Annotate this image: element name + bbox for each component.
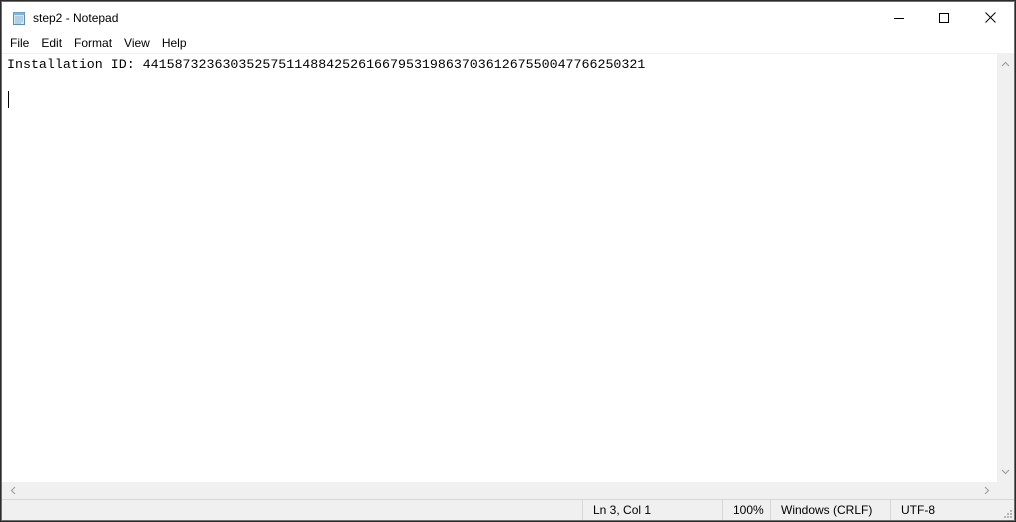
minimize-button[interactable] (876, 2, 922, 33)
notepad-icon (13, 12, 25, 25)
scroll-down-button[interactable] (997, 463, 1014, 480)
menu-view[interactable]: View (118, 34, 156, 52)
menu-file[interactable]: File (4, 34, 35, 52)
vertical-scrollbar[interactable] (997, 53, 1014, 482)
close-icon (984, 12, 996, 23)
status-line-ending: Windows (CRLF) (770, 500, 890, 520)
maximize-icon (939, 12, 949, 23)
horizontal-scrollbar[interactable] (2, 482, 997, 499)
scroll-left-button[interactable] (4, 482, 21, 499)
menu-edit[interactable]: Edit (35, 34, 68, 52)
menu-bar: File Edit Format View Help (2, 33, 1014, 53)
status-zoom: 100% (722, 500, 770, 520)
window-title: step2 - Notepad (33, 11, 119, 25)
editor-line-1: Installation ID: 44158732363035257511488… (7, 57, 646, 72)
status-cursor-position: Ln 3, Col 1 (582, 500, 722, 520)
minimize-icon (894, 17, 904, 19)
text-editor[interactable]: Installation ID: 44158732363035257511488… (2, 53, 997, 482)
resize-grip-icon[interactable] (1002, 508, 1012, 518)
scroll-up-button[interactable] (997, 55, 1014, 72)
menu-format[interactable]: Format (68, 34, 118, 52)
text-caret (8, 91, 9, 108)
scrollbar-corner (997, 482, 1014, 499)
chevron-up-icon (1001, 61, 1010, 66)
status-encoding: UTF-8 (890, 500, 1014, 520)
close-button[interactable] (967, 2, 1013, 33)
scroll-right-button[interactable] (978, 482, 995, 499)
chevron-down-icon (1001, 469, 1010, 474)
chevron-right-icon (984, 486, 989, 495)
maximize-button[interactable] (921, 2, 967, 33)
notepad-window: step2 - Notepad File Edit Format View He… (1, 1, 1015, 521)
chevron-left-icon (10, 486, 15, 495)
title-bar[interactable]: step2 - Notepad (2, 2, 1014, 33)
status-bar: Ln 3, Col 1 100% Windows (CRLF) UTF-8 (2, 499, 1014, 520)
menu-help[interactable]: Help (156, 34, 193, 52)
